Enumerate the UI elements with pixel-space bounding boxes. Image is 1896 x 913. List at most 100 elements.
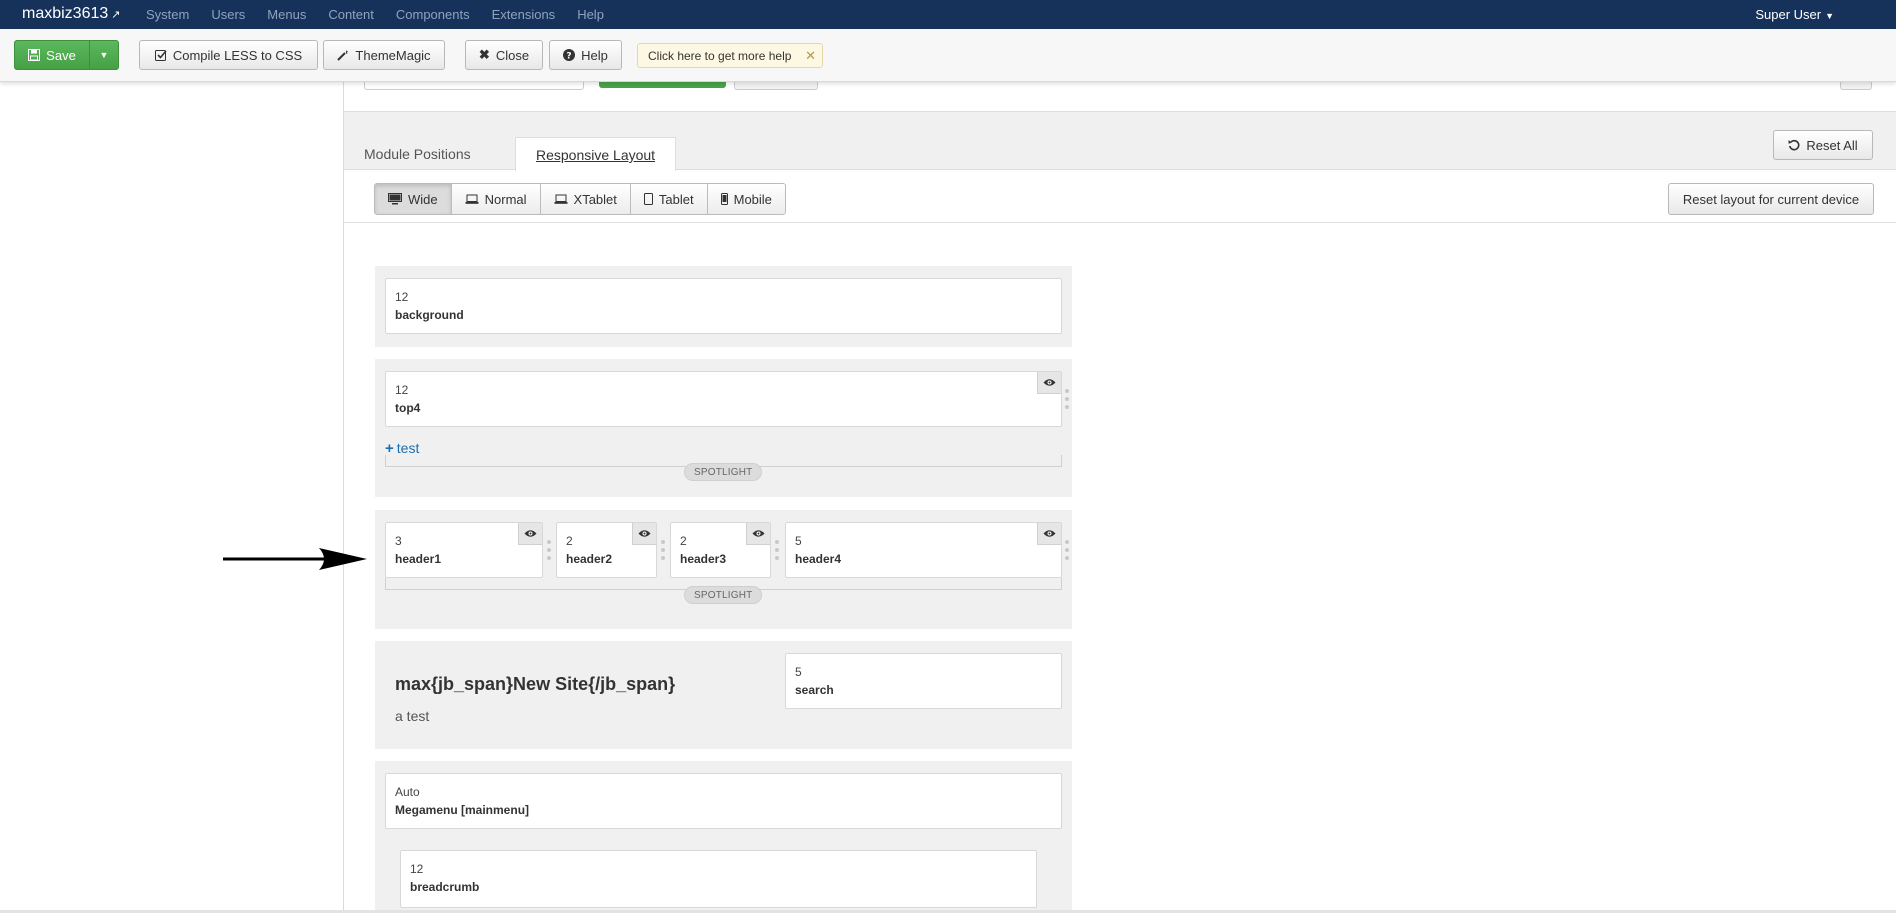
close-button[interactable]: ✖ Close	[465, 40, 543, 70]
site-brand-link[interactable]: maxbiz3613 ↗	[22, 5, 121, 23]
position-width: 5	[795, 665, 802, 679]
position-width: 12	[410, 862, 424, 876]
device-mobile-label: Mobile	[733, 191, 772, 207]
position-width: 3	[395, 534, 402, 548]
position-width: Auto	[395, 785, 420, 799]
spotlight-label: SPOTLIGHT	[684, 463, 763, 481]
resize-handle[interactable]	[1064, 389, 1069, 409]
device-wide-button[interactable]: Wide	[375, 184, 452, 214]
resize-handle[interactable]	[660, 540, 665, 560]
reset-device-layout-button[interactable]: Reset layout for current device	[1668, 183, 1874, 215]
device-toolbar: Wide Normal XTablet Tablet Mobile Reset …	[344, 171, 1896, 223]
user-menu[interactable]: Super User ▼	[1755, 7, 1834, 22]
position-name: background	[395, 308, 464, 322]
device-switcher: Wide Normal XTablet Tablet Mobile	[374, 183, 786, 215]
question-circle-icon: ?	[563, 49, 576, 62]
position-header1[interactable]: 3 header1	[385, 522, 543, 578]
position-top4[interactable]: 12 top4	[385, 371, 1062, 427]
position-header2[interactable]: 2 header2	[556, 522, 657, 578]
caret-down-icon: ▼	[1825, 11, 1834, 21]
close-label: Close	[495, 47, 530, 63]
menu-users[interactable]: Users	[211, 7, 245, 22]
reset-all-button[interactable]: Reset All	[1773, 130, 1873, 160]
position-breadcrumb[interactable]: 12 breadcrumb	[400, 850, 1037, 908]
menu-help[interactable]: Help	[577, 7, 604, 22]
user-name: Super User	[1755, 7, 1822, 22]
section-top4: 12 top4 + test SPOTLIGHT	[375, 359, 1072, 497]
section-background: 12 background	[375, 266, 1072, 347]
help-label: Help	[581, 47, 608, 63]
resize-handle[interactable]	[774, 540, 779, 560]
position-header3[interactable]: 2 header3	[670, 522, 771, 578]
position-header4[interactable]: 5 header4	[785, 522, 1062, 578]
position-name: Megamenu [mainmenu]	[395, 803, 530, 817]
position-width: 12	[395, 290, 409, 304]
menu-menus[interactable]: Menus	[267, 7, 306, 22]
help-button[interactable]: ? Help	[549, 40, 622, 70]
tab-module-positions[interactable]: Module Positions	[344, 137, 491, 171]
mobile-icon	[720, 193, 728, 205]
eye-icon[interactable]	[746, 523, 770, 545]
caret-down-icon: ▼	[99, 50, 109, 60]
eye-icon[interactable]	[1037, 372, 1061, 394]
site-name: max{jb_span}New Site{/jb_span}	[395, 674, 676, 694]
help-tooltip[interactable]: Click here to get more help ✕	[637, 43, 823, 68]
save-options-dropdown[interactable]: ▼	[89, 40, 119, 70]
compile-less-button[interactable]: Compile LESS to CSS	[139, 40, 318, 70]
position-width: 5	[795, 534, 802, 548]
toolbar: Save ▼ Compile LESS to CSS ThemeMagic ✖ …	[0, 29, 1896, 82]
section-header: max{jb_span}New Site{/jb_span} a test 5 …	[375, 641, 1072, 749]
position-name: header3	[680, 552, 727, 566]
laptop-icon	[554, 194, 568, 204]
section-header-spotlight: 3 header1 2 header2 2 header3 5 header4 …	[375, 510, 1072, 629]
external-link-icon: ↗	[111, 9, 121, 21]
device-mobile-button[interactable]: Mobile	[707, 184, 785, 214]
hidden-green-button[interactable]	[599, 82, 726, 88]
menu-content[interactable]: Content	[328, 7, 374, 22]
device-tablet-button[interactable]: Tablet	[630, 184, 708, 214]
layout-editor: Module Positions Responsive Layout Reset…	[344, 82, 1896, 913]
check-square-icon	[154, 50, 167, 61]
tab-responsive-layout[interactable]: Responsive Layout	[515, 137, 677, 172]
svg-text:?: ?	[567, 52, 572, 62]
position-name: header4	[795, 552, 842, 566]
layout-tabs: Module Positions Responsive Layout Reset…	[344, 111, 1896, 172]
menu-system[interactable]: System	[146, 7, 189, 22]
menu-extensions[interactable]: Extensions	[492, 7, 556, 22]
position-name: top4	[395, 401, 421, 415]
position-name: header2	[566, 552, 613, 566]
eye-icon[interactable]	[518, 523, 542, 545]
position-width: 12	[395, 383, 409, 397]
close-tooltip-icon[interactable]: ✕	[805, 48, 816, 64]
position-search[interactable]: 5 search	[785, 653, 1062, 709]
save-icon	[28, 49, 41, 61]
device-xtablet-label: XTablet	[573, 191, 617, 207]
device-tablet-label: Tablet	[658, 191, 694, 207]
annotation-arrow	[223, 548, 367, 570]
help-tooltip-text: Click here to get more help	[648, 48, 792, 63]
save-button[interactable]: Save	[14, 40, 90, 70]
save-label: Save	[46, 47, 76, 63]
desktop-icon	[388, 193, 402, 205]
menu-components[interactable]: Components	[396, 7, 470, 22]
top-navbar: maxbiz3613 ↗ System Users Menus Content C…	[0, 0, 1896, 29]
device-normal-label: Normal	[484, 191, 527, 207]
thememagic-button[interactable]: ThemeMagic	[323, 40, 445, 70]
undo-icon	[1788, 139, 1800, 151]
eye-icon[interactable]	[1037, 523, 1061, 545]
close-icon: ✖	[478, 47, 490, 62]
device-normal-button[interactable]: Normal	[451, 184, 541, 214]
position-name: breadcrumb	[410, 880, 480, 894]
hidden-right-button[interactable]	[1840, 82, 1872, 90]
resize-handle[interactable]	[546, 540, 551, 560]
position-megamenu[interactable]: Auto Megamenu [mainmenu]	[385, 773, 1062, 829]
site-slogan: a test	[395, 708, 430, 724]
hidden-button[interactable]	[734, 82, 818, 90]
hidden-input[interactable]	[364, 82, 584, 90]
position-background[interactable]: 12 background	[385, 278, 1062, 334]
thememagic-label: ThemeMagic	[355, 47, 431, 63]
eye-icon[interactable]	[632, 523, 656, 545]
site-brand-label: maxbiz3613	[22, 5, 109, 22]
device-xtablet-button[interactable]: XTablet	[540, 184, 631, 214]
resize-handle[interactable]	[1064, 540, 1069, 560]
